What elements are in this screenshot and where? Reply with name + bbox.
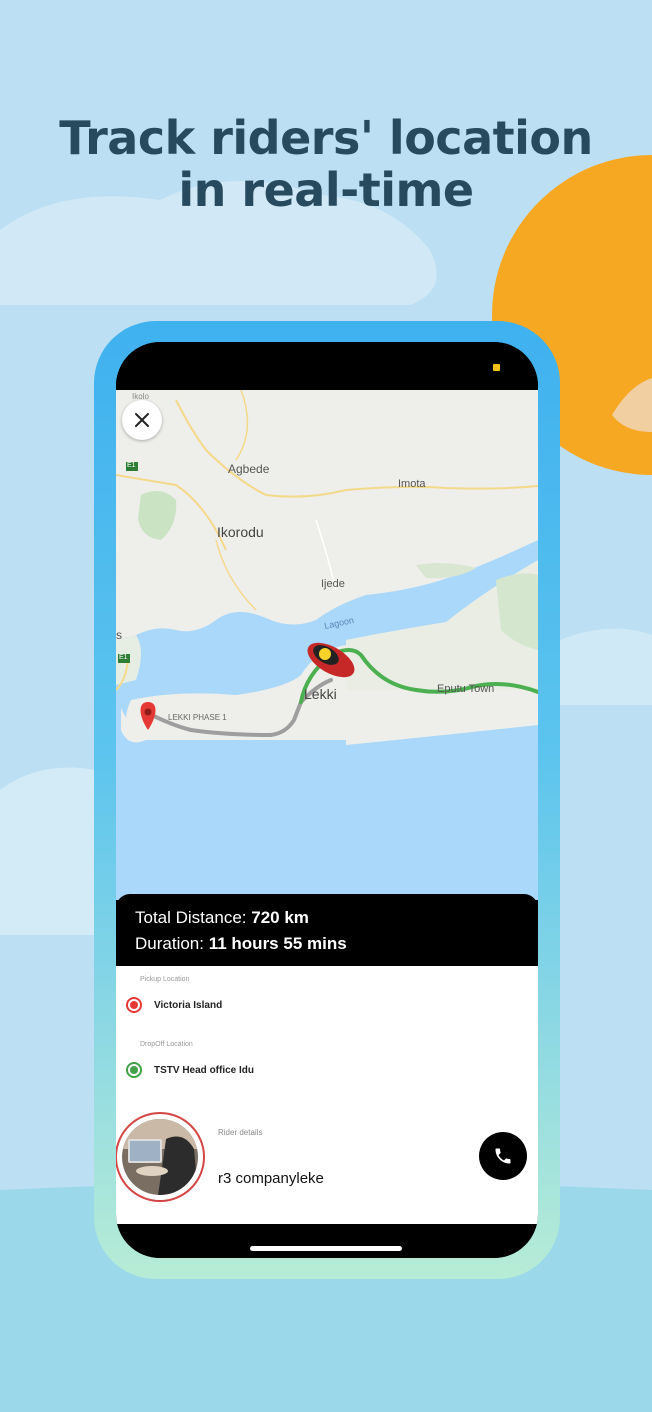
trip-details-sheet: Pickup Location Victoria Island DropOff … [116, 966, 538, 1224]
distance-line: Total Distance: 720 km [135, 908, 309, 928]
rider-photo [122, 1119, 198, 1195]
status-indicator-icon [493, 364, 500, 371]
map-label-edge: s [116, 628, 122, 642]
map-canvas [116, 390, 538, 900]
dropoff-caption: DropOff Location [140, 1041, 193, 1048]
distance-label: Total Distance: [135, 908, 247, 927]
rider-name: r3 companyleke [218, 1170, 324, 1187]
headline-line-2: in real-time [178, 163, 474, 217]
road-shield-e1-top: E1 [127, 462, 136, 469]
pickup-location-name: Victoria Island [154, 999, 223, 1011]
map-label-ikorodu: Ikorodu [217, 524, 264, 540]
dropoff-location-name: TSTV Head office Idu [154, 1064, 255, 1076]
dropoff-marker-icon [126, 1062, 142, 1078]
road-shield-e1-mid: E1 [119, 654, 128, 661]
map-label-lekki: Lekki [304, 686, 337, 702]
close-icon [135, 413, 149, 427]
close-button[interactable] [122, 400, 162, 440]
promo-headline: Track riders' location in real-time [0, 112, 652, 216]
phone-screen: Agbede Imota Ikorodu Ijede Lagoon Lekki … [116, 342, 538, 1258]
map-label-lekki-phase-1: LEKKI PHASE 1 [168, 713, 227, 722]
status-bar [116, 342, 538, 390]
pickup-marker-icon [126, 997, 142, 1013]
map-label-ijede: Ijede [321, 578, 345, 590]
headline-line-1: Track riders' location [59, 111, 593, 165]
rider-avatar[interactable] [116, 1112, 205, 1202]
call-rider-button[interactable] [479, 1132, 527, 1180]
distance-value: 720 km [251, 908, 309, 927]
trip-summary-bar: Total Distance: 720 km Duration: 11 hour… [116, 894, 538, 966]
map-label-agbede: Agbede [228, 462, 270, 476]
pickup-location-row[interactable]: Victoria Island [126, 997, 222, 1013]
map-view[interactable]: Agbede Imota Ikorodu Ijede Lagoon Lekki … [116, 390, 538, 900]
duration-label: Duration: [135, 934, 204, 953]
dropoff-location-row[interactable]: TSTV Head office Idu [126, 1062, 254, 1078]
home-indicator[interactable] [250, 1246, 402, 1251]
phone-icon [495, 1148, 511, 1164]
map-label-eputu-town: Eputu Town [437, 683, 495, 695]
pickup-caption: Pickup Location [140, 976, 190, 983]
map-label-imota: Imota [398, 478, 426, 490]
duration-line: Duration: 11 hours 55 mins [135, 934, 347, 954]
system-nav-bar [116, 1224, 538, 1258]
rider-caption: Rider details [218, 1128, 263, 1137]
duration-value: 11 hours 55 mins [208, 934, 347, 953]
